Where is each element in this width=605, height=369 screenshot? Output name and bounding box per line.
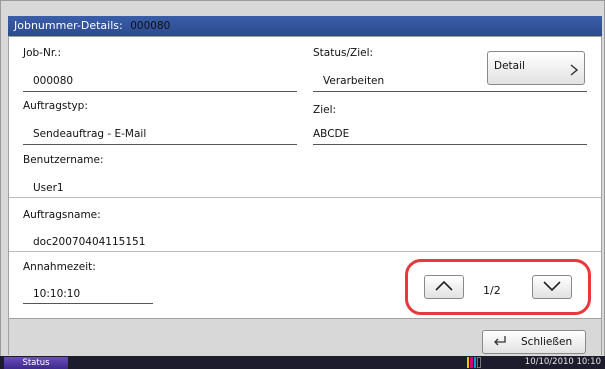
status-underline <box>313 91 587 92</box>
benutzername-label: Benutzername: <box>23 154 104 166</box>
auftragsname-value: doc20070404115151 <box>33 236 146 248</box>
datetime-display: 10/10/2010 10:10 <box>524 357 601 367</box>
detail-button[interactable]: Detail <box>487 51 585 85</box>
annahmezeit-value: 10:10:10 <box>33 288 81 300</box>
page-up-button[interactable] <box>424 275 464 299</box>
status-button[interactable]: Status <box>4 357 68 369</box>
annahmezeit-label: Annahmezeit: <box>23 261 96 273</box>
close-button-label: Schließen <box>521 336 573 348</box>
benutzername-value: User1 <box>33 182 64 194</box>
auftragstyp-label: Auftragstyp: <box>23 100 88 112</box>
dialog-footer: Schließen <box>8 319 602 355</box>
close-button[interactable]: Schließen <box>482 330 586 354</box>
toner-level-icon <box>467 357 481 368</box>
benutzername-divider <box>9 197 601 198</box>
return-arrow-icon <box>493 335 507 350</box>
dialog-title-bar: Jobnummer-Details: 000080 <box>8 16 602 36</box>
ziel-underline <box>313 144 587 145</box>
job-nr-value: 000080 <box>33 75 74 87</box>
job-nr-underline <box>23 91 297 92</box>
auftragstyp-value: Sendeauftrag - E-Mail <box>33 128 147 140</box>
job-details-screen: Jobnummer-Details: 000080 Job-Nr.: 00008… <box>0 0 605 369</box>
system-status-bar: Status 10/10/2010 10:10 <box>0 356 605 369</box>
dialog-title-label: Jobnummer-Details: <box>14 19 123 32</box>
detail-button-label: Detail <box>494 60 525 72</box>
dialog-title-value: 000080 <box>130 20 171 32</box>
job-nr-label: Job-Nr.: <box>23 47 62 59</box>
annahmezeit-underline <box>23 303 153 304</box>
job-details-panel: Job-Nr.: 000080 Status/Ziel: Verarbeiten… <box>8 36 602 319</box>
auftragstyp-underline <box>23 144 297 145</box>
status-value: Verarbeiten <box>323 75 385 87</box>
auftragsname-divider <box>9 251 601 252</box>
ziel-value: ABCDE <box>313 128 350 140</box>
chevron-down-icon <box>542 280 562 295</box>
chevron-up-icon <box>434 280 454 295</box>
status-label: Status/Ziel: <box>313 47 374 59</box>
page-down-button[interactable] <box>532 275 572 299</box>
page-indicator: 1/2 <box>483 284 501 297</box>
chevron-right-icon <box>570 64 579 80</box>
ziel-label: Ziel: <box>313 104 337 116</box>
auftragsname-label: Auftragsname: <box>23 209 101 221</box>
